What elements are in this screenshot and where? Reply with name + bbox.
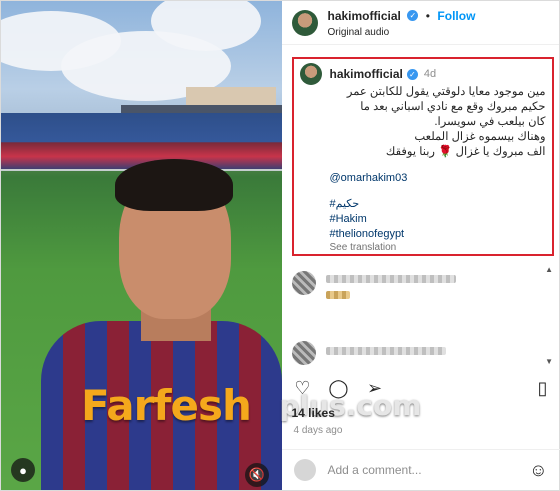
caption-line: الف مبروك يا غزال 🌹 ربنا يوفقك xyxy=(385,146,546,158)
comment-input[interactable]: Add a comment... xyxy=(328,463,530,477)
post-side-panel: hakimofficial ✓ • Follow Original audio … xyxy=(280,1,560,490)
caption-text: مين موجود معايا دلوقتي يقول للكابتن عمر … xyxy=(300,85,546,160)
watermark-logo: Farfesh xyxy=(81,381,252,430)
caption-avatar[interactable] xyxy=(299,63,322,85)
caption-highlight: hakimofficial ✓ 4d مين موجود معايا دلوقت… xyxy=(291,57,554,256)
mute-icon[interactable]: 🔇 xyxy=(245,463,269,487)
post-header: hakimofficial ✓ • Follow Original audio xyxy=(281,1,559,45)
scroll-up-icon[interactable]: ▲ xyxy=(545,265,553,274)
scroll-down-icon[interactable]: ▼ xyxy=(545,357,553,366)
avatar[interactable] xyxy=(291,9,318,36)
header-username[interactable]: hakimofficial xyxy=(328,9,401,23)
hashtag-link[interactable]: #Hakim xyxy=(300,212,546,227)
caption-line: مين موجود معايا دلوقتي يقول للكابتن عمر xyxy=(346,86,546,98)
likes-count[interactable]: 14 likes xyxy=(292,406,335,420)
user-tag-icon[interactable]: ● xyxy=(11,458,35,482)
instagram-post-modal: Farfesh ● 🔇 hakimofficial ✓ • Follow Ori… xyxy=(0,0,560,491)
audio-label[interactable]: Original audio xyxy=(328,27,476,38)
comment-redacted-emoji xyxy=(325,291,350,299)
emoji-icon[interactable]: ☺ xyxy=(529,460,547,481)
header-separator: • xyxy=(425,9,430,23)
caption-line: وهناك بيسموه غزال الملعب xyxy=(414,131,546,143)
caption-username[interactable]: hakimofficial xyxy=(330,67,403,81)
comment-item xyxy=(291,271,456,299)
hashtag-link[interactable]: #حكيم xyxy=(300,197,546,212)
bookmark-icon[interactable]: ▯ xyxy=(532,378,554,399)
verified-badge-icon: ✓ xyxy=(407,10,419,22)
comment-redacted-text xyxy=(325,275,456,283)
post-video[interactable]: Farfesh ● 🔇 xyxy=(1,1,282,490)
mention-link[interactable]: @omarhakim03 xyxy=(300,171,546,186)
player-hair xyxy=(115,159,233,211)
post-date[interactable]: 4 days ago xyxy=(294,425,343,436)
comment-avatar[interactable] xyxy=(291,271,316,295)
composer-avatar xyxy=(293,459,316,481)
caption-line: حكيم مبروك وقع مع نادي اسباني بعد ما xyxy=(360,101,546,113)
comment-composer: Add a comment... ☺ xyxy=(281,449,560,490)
follow-button[interactable]: Follow xyxy=(437,9,475,23)
see-translation-link[interactable]: See translation xyxy=(300,242,546,254)
hashtag-link[interactable]: #thelionofegypt xyxy=(300,227,546,242)
verified-badge-icon: ✓ xyxy=(406,68,418,80)
comment-avatar[interactable] xyxy=(291,341,316,365)
caption-time[interactable]: 4d xyxy=(424,68,436,80)
caption-line: كان بيلعب في سويسرا. xyxy=(434,116,546,128)
comment-item xyxy=(291,341,446,365)
comment-redacted-text xyxy=(325,347,446,355)
